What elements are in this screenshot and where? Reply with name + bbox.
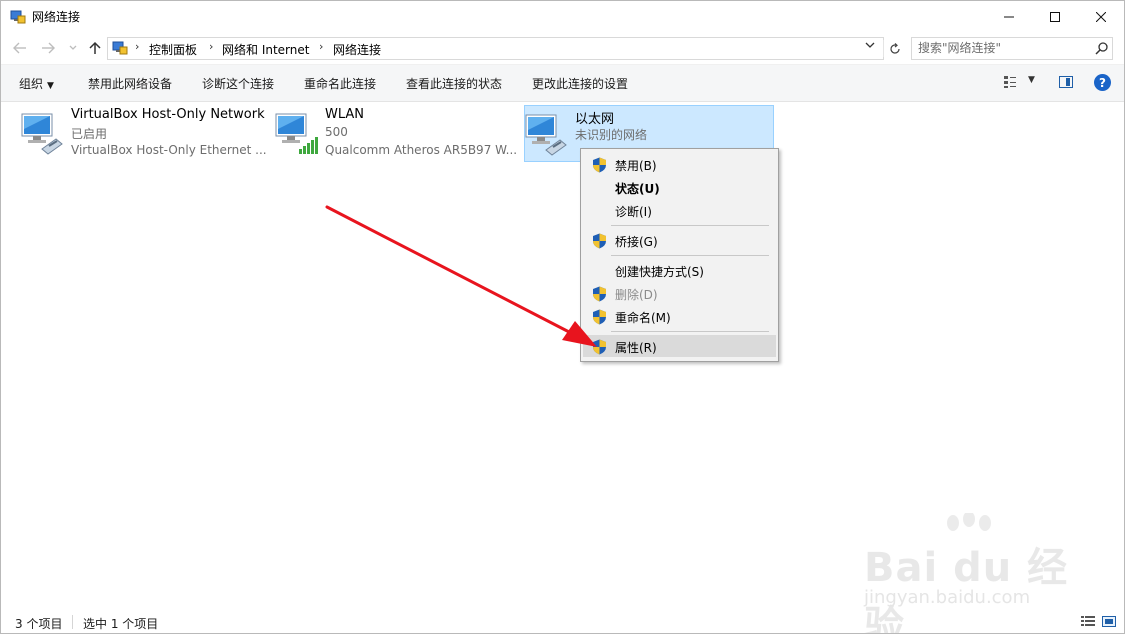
breadcrumb-separator: ›: [209, 40, 214, 53]
breadcrumb-network-internet[interactable]: 网络和 Internet: [222, 41, 309, 58]
shield-icon: [593, 309, 606, 325]
address-dropdown-button[interactable]: [865, 41, 875, 52]
back-button[interactable]: [11, 39, 29, 57]
shield-icon: [593, 233, 606, 249]
breadcrumb-separator: ›: [135, 40, 140, 53]
recent-locations-button[interactable]: [64, 39, 82, 57]
arrow-right-icon: [42, 42, 55, 54]
menu-separator: [611, 255, 769, 256]
forward-button[interactable]: [39, 39, 57, 57]
connection-item-virtualbox[interactable]: VirtualBox Host-Only Network 已启用 Virtual…: [21, 105, 271, 162]
status-bar: 3 个项目 选中 1 个项目: [1, 611, 1124, 633]
search-box[interactable]: [911, 37, 1113, 60]
rename-button[interactable]: 重命名此连接: [304, 75, 376, 92]
view-options-dropdown[interactable]: ▼: [1028, 75, 1035, 85]
shield-icon: [593, 157, 606, 173]
breadcrumb-separator: ›: [319, 40, 324, 53]
menu-item-disable[interactable]: 禁用(B): [583, 153, 776, 175]
menu-item-status[interactable]: 状态(U): [583, 176, 776, 198]
up-button[interactable]: [86, 39, 104, 57]
help-button[interactable]: ?: [1094, 74, 1111, 91]
chevron-down-icon: [69, 45, 77, 50]
connection-device: VirtualBox Host-Only Ethernet ...: [71, 143, 267, 157]
close-button[interactable]: [1078, 1, 1124, 32]
connection-name: WLAN: [325, 107, 365, 122]
shield-icon: [593, 339, 606, 355]
address-row: › 控制面板 › 网络和 Internet › 网络连接: [1, 32, 1124, 64]
connection-status: 已启用: [71, 127, 108, 141]
organize-button[interactable]: 组织 ▼: [19, 75, 54, 92]
breadcrumb-control-panel[interactable]: 控制面板: [149, 41, 197, 58]
details-view-icon[interactable]: [1081, 616, 1095, 627]
connection-name: VirtualBox Host-Only Network: [71, 107, 265, 122]
minimize-button[interactable]: [986, 1, 1032, 32]
menu-separator: [611, 331, 769, 332]
ethernet-icon: [21, 113, 63, 155]
wifi-signal-icon: [275, 113, 318, 154]
network-connections-window: 网络连接 › 控制面板 › 网络和 Internet › 网络连接 搜索"网络连…: [0, 0, 1125, 634]
view-status-button[interactable]: 查看此连接的状态: [406, 75, 502, 92]
disable-device-button[interactable]: 禁用此网络设备: [88, 75, 172, 92]
close-icon: [1096, 11, 1106, 22]
minimize-icon: [1004, 16, 1014, 17]
ethernet-icon: [525, 114, 567, 156]
context-menu: 禁用(B) 状态(U) 诊断(I) 桥接(G) 创建快捷方式(S) 删除(D) …: [580, 148, 779, 362]
search-input[interactable]: [918, 40, 1088, 55]
maximize-button[interactable]: [1032, 1, 1078, 32]
caret-down-icon: ▼: [47, 81, 54, 91]
menu-item-properties[interactable]: 属性(R): [583, 335, 776, 357]
change-settings-button[interactable]: 更改此连接的设置: [532, 75, 628, 92]
window-title: 网络连接: [32, 10, 81, 24]
command-bar: 组织 ▼ 禁用此网络设备 诊断这个连接 重命名此连接 查看此连接的状态 更改此连接…: [1, 64, 1124, 102]
chevron-down-icon: [865, 42, 875, 48]
address-bar[interactable]: › 控制面板 › 网络和 Internet › 网络连接: [107, 37, 900, 60]
menu-separator: [611, 225, 769, 226]
connection-status: 500: [325, 125, 348, 139]
menu-item-create-shortcut[interactable]: 创建快捷方式(S): [583, 259, 776, 281]
preview-pane-icon[interactable]: [1059, 76, 1073, 88]
refresh-icon: [890, 42, 900, 54]
large-icons-view-icon[interactable]: [1102, 616, 1116, 627]
search-icon: [1095, 42, 1108, 55]
connection-device: Qualcomm Atheros AR5B97 W...: [325, 143, 518, 157]
arrow-up-icon: [89, 41, 101, 54]
view-options-icon[interactable]: [1003, 75, 1017, 89]
refresh-button[interactable]: [883, 40, 906, 57]
watermark-url: jingyan.baidu.com: [864, 587, 1031, 608]
selected-count: 选中 1 个项目: [83, 617, 159, 631]
diagnose-button[interactable]: 诊断这个连接: [202, 75, 274, 92]
network-connections-icon: [10, 10, 26, 24]
status-divider: [72, 615, 73, 629]
shield-icon: [593, 286, 606, 302]
title-bar: 网络连接: [1, 1, 1124, 32]
item-count: 3 个项目: [15, 617, 63, 631]
breadcrumb-network-connections[interactable]: 网络连接: [333, 41, 381, 58]
connection-name: 以太网: [575, 112, 615, 127]
connection-status: 未识别的网络: [575, 128, 648, 142]
connection-item-wlan[interactable]: WLAN 500 Qualcomm Atheros AR5B97 W...: [275, 105, 525, 162]
menu-item-bridge[interactable]: 桥接(G): [583, 229, 776, 251]
maximize-icon: [1050, 11, 1060, 22]
menu-item-rename[interactable]: 重命名(M): [583, 305, 776, 327]
control-panel-icon: [112, 41, 128, 55]
baidu-jingyan-watermark: Bai du 经验 jingyan.baidu.com: [859, 513, 1099, 633]
arrow-left-icon: [13, 42, 26, 54]
menu-item-diagnose[interactable]: 诊断(I): [583, 199, 776, 221]
menu-item-delete: 删除(D): [583, 282, 776, 304]
